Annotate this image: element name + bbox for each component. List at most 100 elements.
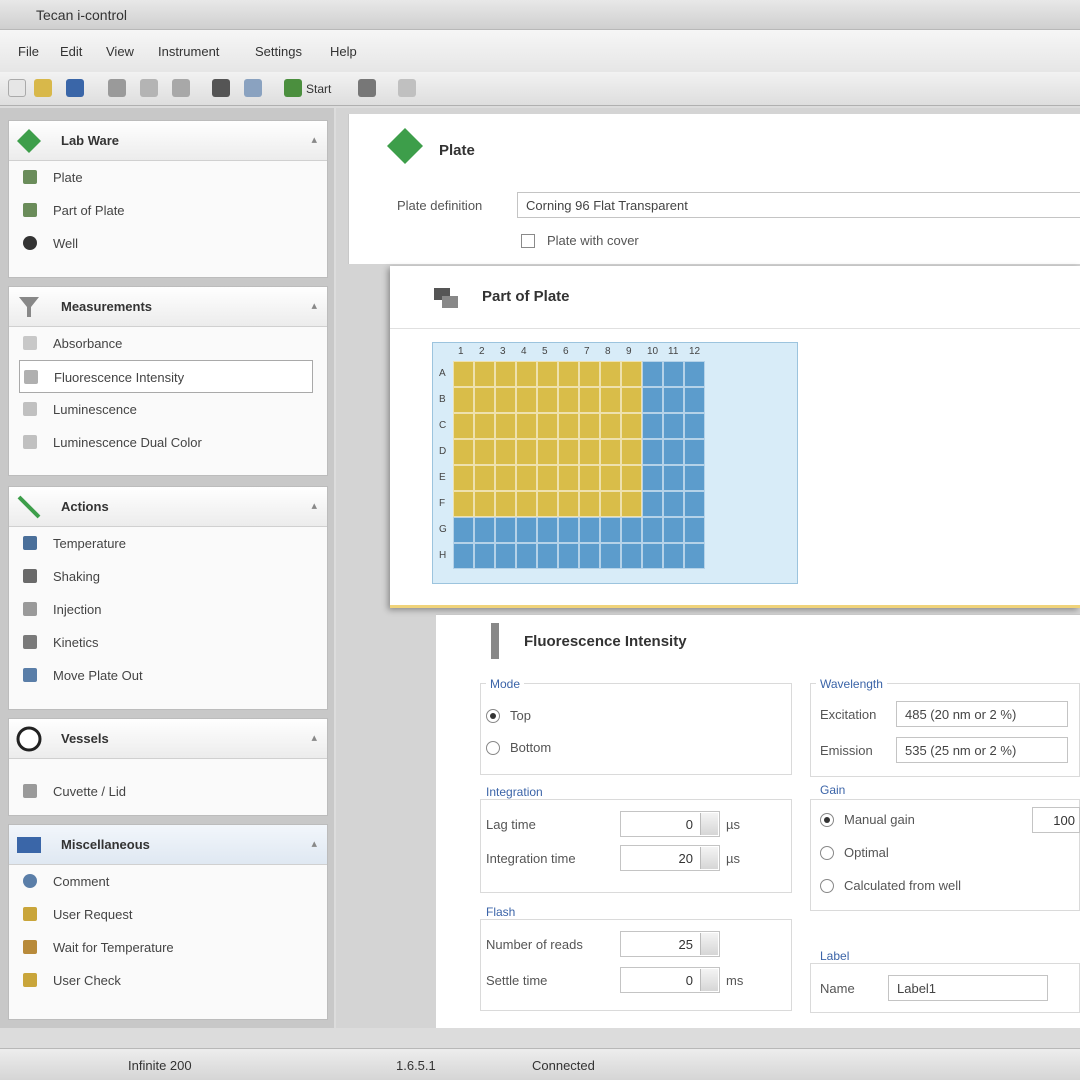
stop-icon[interactable] xyxy=(398,79,416,97)
plate-well[interactable] xyxy=(663,491,684,517)
plate-well[interactable] xyxy=(558,491,579,517)
sidebar-item-user-check[interactable]: User Check xyxy=(9,964,327,997)
plate-well[interactable] xyxy=(663,465,684,491)
plate-well[interactable] xyxy=(516,465,537,491)
plate-well[interactable] xyxy=(642,465,663,491)
plate-well[interactable] xyxy=(537,387,558,413)
plate-row-label[interactable]: D xyxy=(439,446,446,457)
plate-well[interactable] xyxy=(495,361,516,387)
mode-bottom-radio[interactable] xyxy=(486,741,500,755)
group-header[interactable]: Actions ▴ xyxy=(9,487,327,527)
plate-well[interactable] xyxy=(474,361,495,387)
gain-manual-radio[interactable] xyxy=(820,813,834,827)
spin-arrows-icon[interactable] xyxy=(700,813,718,835)
plate-column-label[interactable]: 2 xyxy=(479,346,485,357)
plate-well[interactable] xyxy=(684,465,705,491)
menu-help[interactable]: Help xyxy=(330,44,357,59)
plate-well[interactable] xyxy=(600,361,621,387)
plate-well[interactable] xyxy=(516,439,537,465)
sidebar-item-injection[interactable]: Injection xyxy=(9,593,327,626)
plate-well[interactable] xyxy=(516,491,537,517)
sidebar-item-shaking[interactable]: Shaking xyxy=(9,560,327,593)
plate-well[interactable] xyxy=(663,387,684,413)
plate-well[interactable] xyxy=(642,543,663,569)
plate-well[interactable] xyxy=(453,465,474,491)
plate-well[interactable] xyxy=(495,413,516,439)
plate-well[interactable] xyxy=(474,491,495,517)
plate-well[interactable] xyxy=(684,439,705,465)
plate-well[interactable] xyxy=(579,517,600,543)
plate-well[interactable] xyxy=(537,413,558,439)
sidebar-item-cuvette[interactable]: Cuvette / Lid xyxy=(9,775,327,808)
plate-well[interactable] xyxy=(579,465,600,491)
menu-edit[interactable]: Edit xyxy=(60,44,82,59)
sidebar-item-luminescence-dual-color[interactable]: Luminescence Dual Color xyxy=(9,426,327,459)
plate-row-label[interactable]: A xyxy=(439,368,446,379)
plate-well[interactable] xyxy=(579,439,600,465)
plate-well[interactable] xyxy=(516,543,537,569)
plate-well[interactable] xyxy=(621,465,642,491)
plate-column-label[interactable]: 1 xyxy=(458,346,464,357)
plate-well[interactable] xyxy=(642,517,663,543)
plate-well[interactable] xyxy=(558,387,579,413)
menu-settings[interactable]: Settings xyxy=(255,44,302,59)
plate-well[interactable] xyxy=(537,543,558,569)
plate-well[interactable] xyxy=(558,413,579,439)
plate-row-label[interactable]: G xyxy=(439,524,447,535)
plate-column-label[interactable]: 8 xyxy=(605,346,611,357)
plate-row-label[interactable]: H xyxy=(439,550,446,561)
plate-well[interactable] xyxy=(663,543,684,569)
plate-well[interactable] xyxy=(600,439,621,465)
plate-well[interactable] xyxy=(663,439,684,465)
plate-definition-select[interactable]: Corning 96 Flat Transparent xyxy=(517,192,1080,218)
plate-well[interactable] xyxy=(495,543,516,569)
menu-instrument[interactable]: Instrument xyxy=(158,44,219,59)
label-name-select[interactable]: Label1 xyxy=(888,975,1048,1001)
plate-well[interactable] xyxy=(579,413,600,439)
emission-select[interactable]: 535 (25 nm or 2 %) xyxy=(896,737,1068,763)
plate-grid[interactable]: 1 2 3 4 5 6 7 8 9 10 11 12 A B C D E F G H xyxy=(432,342,798,584)
sidebar-item-well[interactable]: Well xyxy=(9,227,327,260)
plate-well[interactable] xyxy=(495,491,516,517)
plate-well[interactable] xyxy=(684,361,705,387)
sidebar-item-plate[interactable]: Plate xyxy=(9,161,327,194)
plate-well[interactable] xyxy=(600,465,621,491)
plate-column-label[interactable]: 11 xyxy=(668,346,678,357)
group-header[interactable]: Measurements ▴ xyxy=(9,287,327,327)
plate-well[interactable] xyxy=(663,361,684,387)
collapse-icon[interactable]: ▴ xyxy=(311,731,317,744)
plate-well[interactable] xyxy=(558,361,579,387)
plate-well[interactable] xyxy=(663,413,684,439)
plate-row-label[interactable]: F xyxy=(439,498,445,509)
plate-column-label[interactable]: 4 xyxy=(521,346,527,357)
plate-well[interactable] xyxy=(474,387,495,413)
settle-time-stepper[interactable]: 0 xyxy=(620,967,720,993)
plate-column-label[interactable]: 10 xyxy=(647,346,658,357)
plate-well[interactable] xyxy=(600,387,621,413)
spin-arrows-icon[interactable] xyxy=(700,969,718,991)
plate-well[interactable] xyxy=(642,361,663,387)
start-icon[interactable] xyxy=(284,79,302,97)
collapse-icon[interactable]: ▴ xyxy=(311,837,317,850)
plate-well[interactable] xyxy=(453,413,474,439)
settings-icon[interactable] xyxy=(244,79,262,97)
menu-file[interactable]: File xyxy=(18,44,39,59)
plate-well[interactable] xyxy=(621,439,642,465)
plate-well[interactable] xyxy=(621,413,642,439)
plate-well[interactable] xyxy=(537,517,558,543)
sidebar-item-move-plate-out[interactable]: Move Plate Out xyxy=(9,659,327,692)
plate-well[interactable] xyxy=(684,543,705,569)
excitation-select[interactable]: 485 (20 nm or 2 %) xyxy=(896,701,1068,727)
plate-well[interactable] xyxy=(453,491,474,517)
plate-well[interactable] xyxy=(579,491,600,517)
plate-cover-checkbox[interactable] xyxy=(521,234,535,248)
plate-well[interactable] xyxy=(495,387,516,413)
plate-well[interactable] xyxy=(600,413,621,439)
menu-view[interactable]: View xyxy=(106,44,134,59)
collapse-icon[interactable]: ▴ xyxy=(311,299,317,312)
plate-well[interactable] xyxy=(453,387,474,413)
plate-well[interactable] xyxy=(474,465,495,491)
plate-well[interactable] xyxy=(453,517,474,543)
spin-arrows-icon[interactable] xyxy=(700,933,718,955)
plate-well[interactable] xyxy=(558,439,579,465)
